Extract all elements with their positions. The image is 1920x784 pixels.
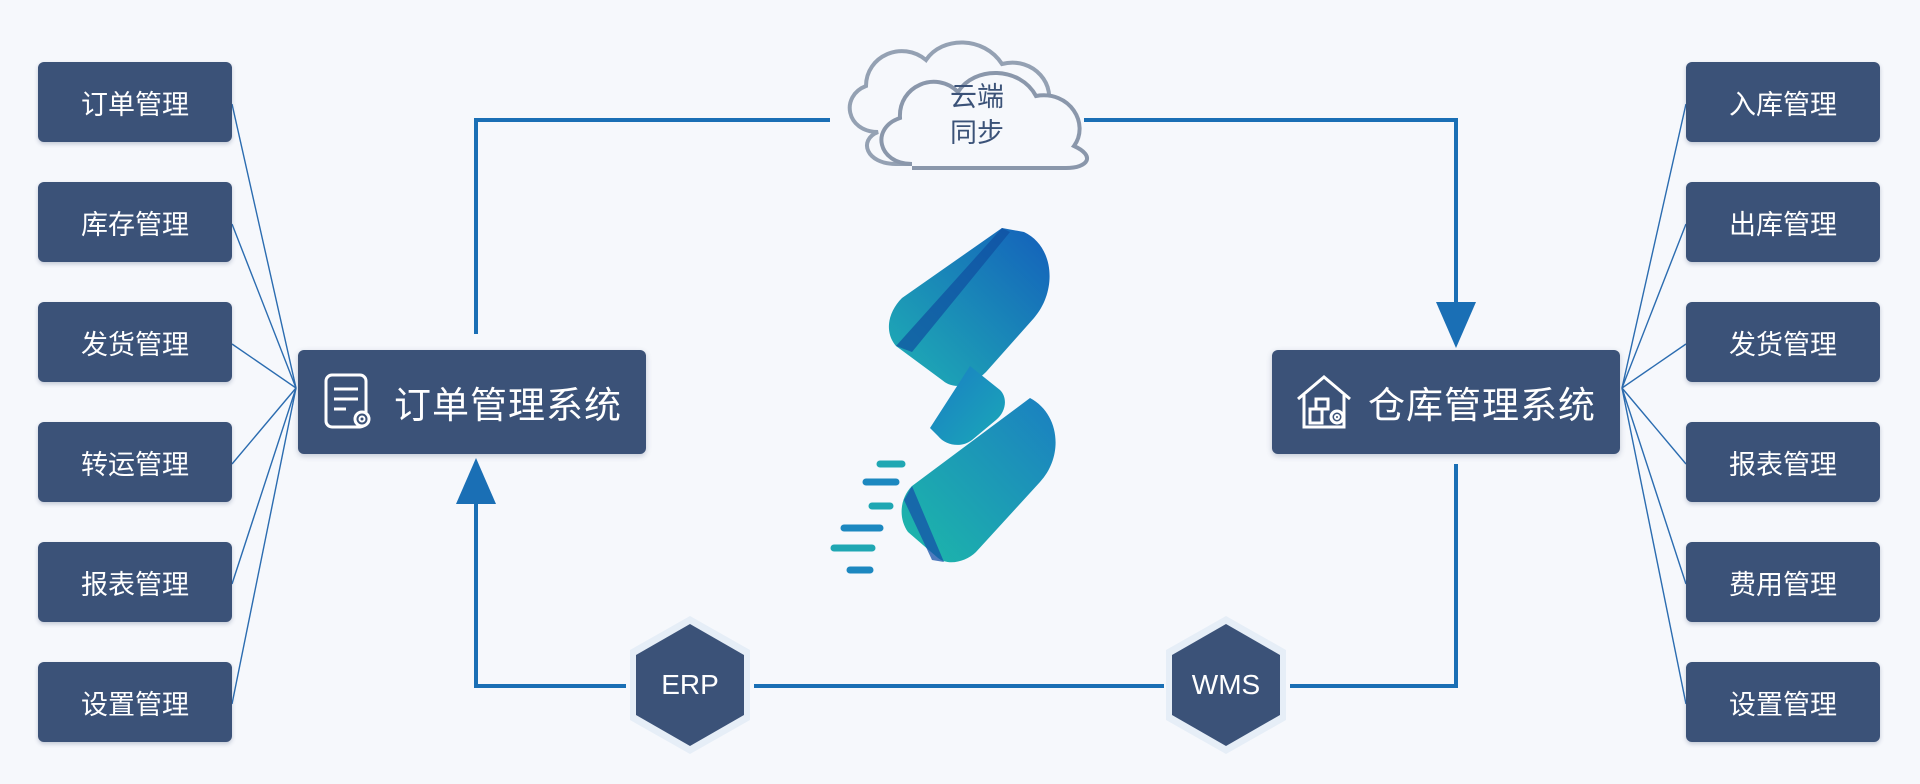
cloud-sync-label: 云端 同步 <box>927 80 1027 152</box>
warehouse-module-4[interactable]: 报表管理 <box>1686 422 1880 502</box>
warehouse-module-2[interactable]: 出库管理 <box>1686 182 1880 262</box>
document-settings-icon <box>320 371 380 433</box>
wms-label: WMS <box>1191 669 1261 700</box>
cloud-label-line2: 同步 <box>950 118 1004 149</box>
order-management-system[interactable]: 订单管理系统 <box>298 350 646 454</box>
right-fan-connectors <box>1621 103 1687 705</box>
order-module-1[interactable]: 订单管理 <box>38 62 232 142</box>
warehouse-module-5[interactable]: 费用管理 <box>1686 542 1880 622</box>
architecture-diagram: 云端 同步 订单管理 库存管理 发货管理 转运管理 报表管理 设置管理 入库管理… <box>0 0 1920 784</box>
erp-label: ERP <box>661 669 719 700</box>
order-module-6[interactable]: 设置管理 <box>38 662 232 742</box>
warehouse-module-6[interactable]: 设置管理 <box>1686 662 1880 742</box>
warehouse-module-1[interactable]: 入库管理 <box>1686 62 1880 142</box>
order-module-5[interactable]: 报表管理 <box>38 542 232 622</box>
order-module-2[interactable]: 库存管理 <box>38 182 232 262</box>
left-fan-connectors <box>231 103 297 705</box>
cloud-label-line1: 云端 <box>950 82 1004 113</box>
brand-logo-s-icon <box>830 228 1056 574</box>
warehouse-management-system[interactable]: 仓库管理系统 <box>1272 350 1620 454</box>
order-module-4[interactable]: 转运管理 <box>38 422 232 502</box>
warehouse-module-3[interactable]: 发货管理 <box>1686 302 1880 382</box>
warehouse-settings-icon <box>1294 371 1354 433</box>
arrow-up-to-order <box>456 458 496 504</box>
arrow-down-to-warehouse <box>1436 302 1476 348</box>
order-system-title: 订单管理系统 <box>394 384 622 427</box>
order-module-3[interactable]: 发货管理 <box>38 302 232 382</box>
warehouse-system-title: 仓库管理系统 <box>1368 384 1596 427</box>
